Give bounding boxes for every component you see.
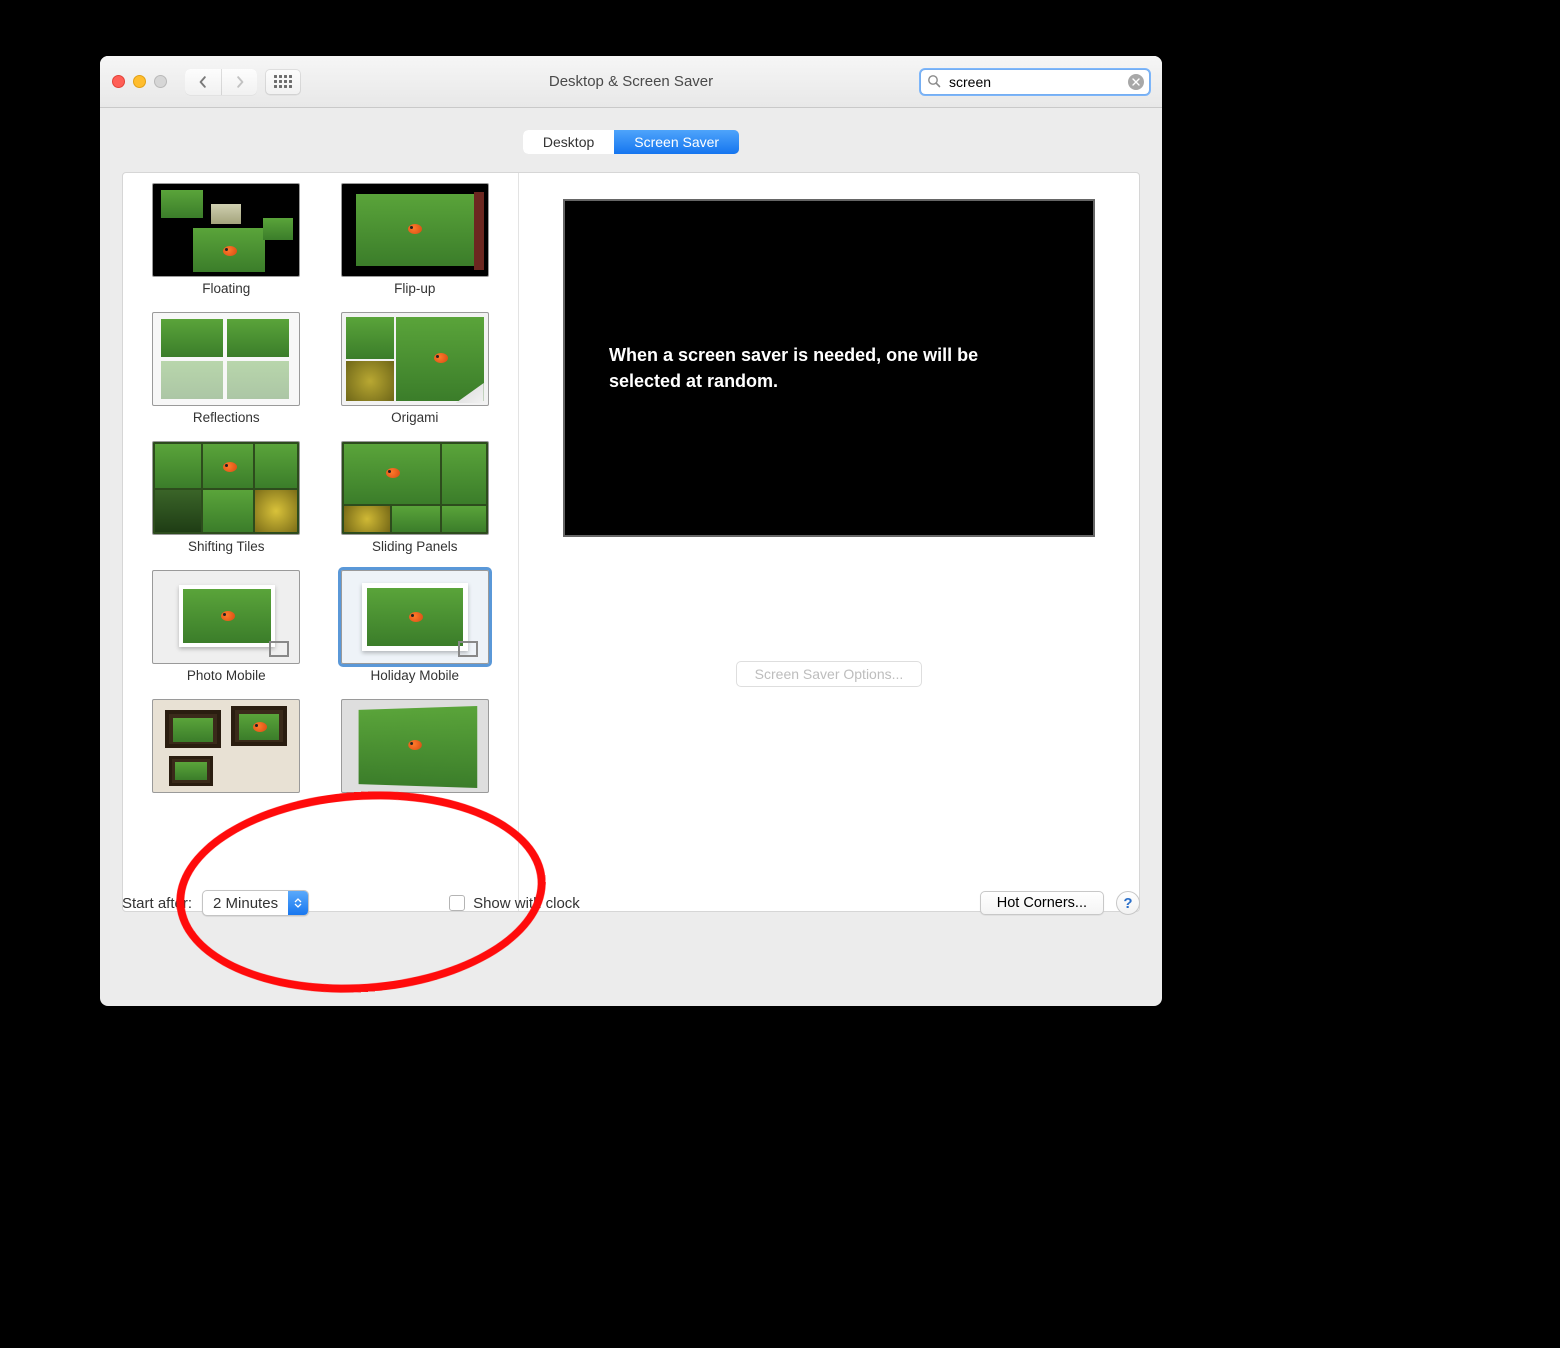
saver-origami[interactable]: Origami bbox=[334, 312, 497, 437]
tab-desktop[interactable]: Desktop bbox=[523, 130, 614, 154]
saver-label: Holiday Mobile bbox=[370, 668, 459, 683]
screensaver-preview[interactable]: When a screen saver is needed, one will … bbox=[563, 199, 1095, 537]
saver-label: Sliding Panels bbox=[372, 539, 458, 554]
show-all-button[interactable] bbox=[265, 69, 301, 95]
start-after-label: Start after: bbox=[122, 895, 192, 912]
dropdown-arrows-icon bbox=[288, 891, 308, 915]
help-button[interactable]: ? bbox=[1116, 891, 1140, 915]
saver-floating[interactable]: Floating bbox=[145, 183, 308, 308]
saver-reflections[interactable]: Reflections bbox=[145, 312, 308, 437]
close-button[interactable] bbox=[112, 75, 125, 88]
tab-row: Desktop Screen Saver bbox=[100, 108, 1162, 166]
content-area: Floating Flip-up Ref bbox=[122, 172, 1140, 912]
saver-label: Photo Mobile bbox=[187, 668, 266, 683]
saver-item-partial-2[interactable] bbox=[334, 699, 497, 793]
saver-label: Floating bbox=[202, 281, 250, 296]
start-after-value: 2 Minutes bbox=[213, 895, 278, 912]
minimize-button[interactable] bbox=[133, 75, 146, 88]
search-icon bbox=[927, 74, 941, 91]
clear-search-button[interactable] bbox=[1128, 74, 1144, 90]
hot-corners-button[interactable]: Hot Corners... bbox=[980, 891, 1104, 915]
show-with-clock-checkbox[interactable] bbox=[449, 895, 465, 911]
screensaver-list[interactable]: Floating Flip-up Ref bbox=[123, 173, 519, 911]
titlebar: Desktop & Screen Saver bbox=[100, 56, 1162, 108]
saver-item-partial[interactable] bbox=[145, 699, 308, 793]
saver-sliding-panels[interactable]: Sliding Panels bbox=[334, 441, 497, 566]
saver-label: Shifting Tiles bbox=[188, 539, 265, 554]
window-controls bbox=[112, 75, 167, 88]
tab-segmented-control: Desktop Screen Saver bbox=[523, 130, 739, 154]
x-icon bbox=[1132, 78, 1140, 86]
saver-photo-mobile[interactable]: Photo Mobile bbox=[145, 570, 308, 695]
start-after-dropdown[interactable]: 2 Minutes bbox=[202, 890, 309, 916]
nav-buttons bbox=[185, 69, 257, 95]
preview-message: When a screen saver is needed, one will … bbox=[609, 342, 1049, 394]
zoom-button bbox=[154, 75, 167, 88]
saver-holiday-mobile[interactable]: Holiday Mobile bbox=[334, 570, 497, 695]
preview-pane: When a screen saver is needed, one will … bbox=[519, 173, 1139, 911]
saver-label: Origami bbox=[391, 410, 438, 425]
chevron-right-icon bbox=[234, 76, 246, 88]
saver-flip-up[interactable]: Flip-up bbox=[334, 183, 497, 308]
grid-icon bbox=[274, 75, 292, 88]
tab-screen-saver[interactable]: Screen Saver bbox=[614, 130, 739, 154]
search-input[interactable] bbox=[920, 69, 1150, 95]
show-with-clock-label: Show with clock bbox=[473, 895, 580, 912]
screensaver-options-button: Screen Saver Options... bbox=[736, 661, 923, 687]
saver-shifting-tiles[interactable]: Shifting Tiles bbox=[145, 441, 308, 566]
preferences-window: Desktop & Screen Saver Desktop Screen Sa… bbox=[100, 56, 1162, 1006]
back-button[interactable] bbox=[185, 69, 221, 95]
saver-label: Flip-up bbox=[394, 281, 435, 296]
saver-label: Reflections bbox=[193, 410, 260, 425]
search-field-wrap bbox=[920, 69, 1150, 95]
footer-controls: Start after: 2 Minutes Show with clock H… bbox=[122, 878, 1140, 928]
forward-button[interactable] bbox=[221, 69, 257, 95]
chevron-left-icon bbox=[197, 76, 209, 88]
